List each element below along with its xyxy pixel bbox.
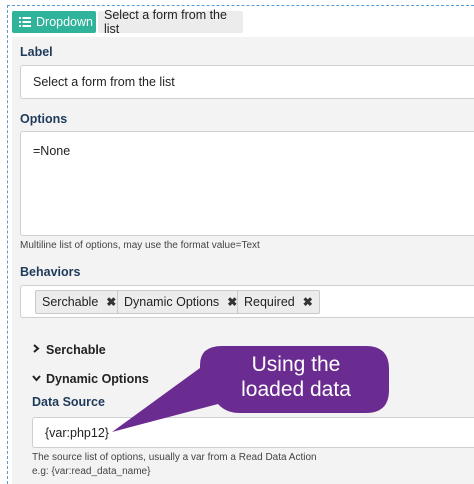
callout-bubble bbox=[112, 346, 389, 432]
callout-line-2: loaded data bbox=[241, 378, 351, 401]
callout-text: Using the loaded data bbox=[222, 352, 370, 402]
callout-line-1: Using the bbox=[251, 353, 341, 376]
